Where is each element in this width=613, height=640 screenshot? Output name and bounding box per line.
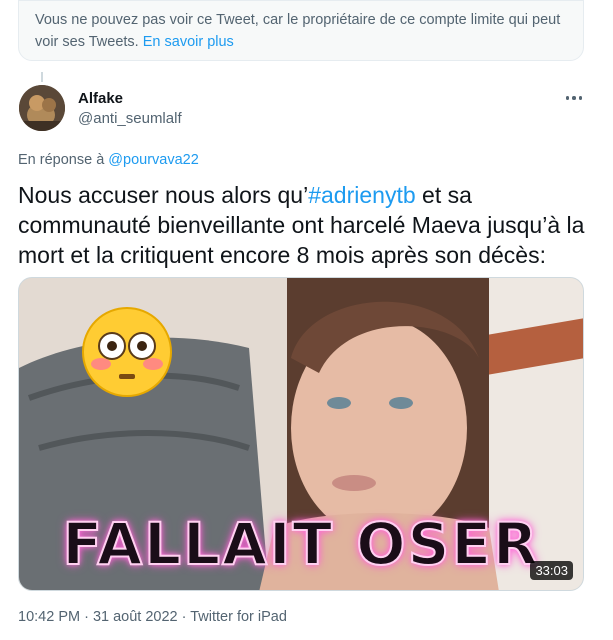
video-duration-badge: 33:03 — [530, 561, 573, 580]
more-options-icon[interactable] — [562, 88, 586, 108]
avatar-image — [19, 85, 65, 131]
tweet-text: Nous accuser nous alors qu’#adrienytb et… — [18, 180, 598, 270]
video-overlay-text: FALLAIT OSER — [61, 509, 540, 579]
author-name[interactable]: Alfake — [78, 90, 123, 107]
hashtag-link[interactable]: #adrienytb — [308, 182, 415, 208]
reply-mention-link[interactable]: @pourvava22 — [108, 152, 199, 168]
thread-connector — [41, 72, 43, 82]
reply-prefix: En réponse à — [18, 152, 105, 168]
flushed-face-icon — [82, 307, 172, 397]
restricted-tweet-notice: Vous ne pouvez pas voir ce Tweet, car le… — [18, 0, 584, 61]
reply-context: En réponse à @pourvava22 — [18, 152, 199, 168]
video-player[interactable]: FALLAIT OSER 33:03 — [18, 277, 584, 591]
author-handle[interactable]: @anti_seumlalf — [78, 110, 182, 127]
avatar[interactable] — [19, 85, 65, 131]
learn-more-link[interactable]: En savoir plus — [143, 34, 234, 50]
tweet-timestamp[interactable]: 10:42 PM · 31 août 2022 · Twitter for iP… — [18, 609, 287, 625]
tweet-text-start: Nous accuser nous alors qu’ — [18, 182, 309, 208]
notice-text: Vous ne pouvez pas voir ce Tweet, car le… — [35, 12, 561, 50]
